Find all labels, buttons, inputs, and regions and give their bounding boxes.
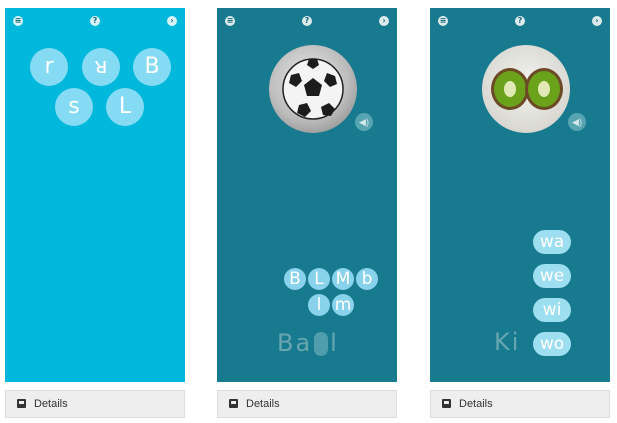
details-label: Details [246, 398, 280, 410]
letter-choice[interactable]: B [284, 268, 306, 290]
syllable-choice[interactable]: wo [533, 332, 571, 356]
details-button[interactable]: Details [5, 390, 185, 418]
letter-choice[interactable]: m [332, 294, 354, 316]
card-3: ≡ ? › ◀) wa we wi wo Ki Details [430, 8, 610, 418]
card-1: ≡ ? › r ᴚ B s L Details [5, 8, 185, 418]
next-icon[interactable]: › [592, 16, 602, 26]
kiwi-icon [491, 68, 563, 110]
next-icon[interactable]: › [379, 16, 389, 26]
details-icon [442, 399, 451, 408]
menu-icon[interactable]: ≡ [438, 16, 448, 26]
details-label: Details [34, 398, 68, 410]
menu-icon[interactable]: ≡ [13, 16, 23, 26]
screen-letter-bubbles: ≡ ? › r ᴚ B s L [5, 8, 185, 382]
card-2: ≡ ? › ◀) B L M b l m Ba l Details [217, 8, 397, 418]
screen-ball-word: ≡ ? › ◀) B L M b l m Ba l [217, 8, 397, 382]
details-button[interactable]: Details [217, 390, 397, 418]
letter-bubble[interactable]: B [133, 48, 171, 86]
letter-slot[interactable] [314, 332, 329, 356]
screen-kiwi-word: ≡ ? › ◀) wa we wi wo Ki [430, 8, 610, 382]
soccer-ball-image [269, 45, 357, 133]
syllable-choice[interactable]: wi [533, 298, 571, 322]
letter-choice[interactable]: M [332, 268, 354, 290]
help-icon[interactable]: ? [90, 16, 100, 26]
target-word: Ki [494, 328, 520, 356]
letter-choice[interactable]: b [356, 268, 378, 290]
details-button[interactable]: Details [430, 390, 610, 418]
target-word: Ba l [277, 329, 339, 357]
letter-bubble[interactable]: ᴚ [82, 48, 120, 86]
word-prefix: Ba [277, 329, 313, 357]
speaker-icon[interactable]: ◀) [355, 113, 373, 131]
letter-bubble[interactable]: s [55, 88, 93, 126]
help-icon[interactable]: ? [302, 16, 312, 26]
details-icon [17, 399, 26, 408]
letter-choice[interactable]: L [308, 268, 330, 290]
letter-choice[interactable]: l [308, 294, 330, 316]
soccer-ball-icon [282, 58, 344, 120]
speaker-icon[interactable]: ◀) [568, 113, 586, 131]
letter-bubble[interactable]: r [30, 48, 68, 86]
details-icon [229, 399, 238, 408]
next-icon[interactable]: › [167, 16, 177, 26]
help-icon[interactable]: ? [515, 16, 525, 26]
word-suffix: l [330, 329, 339, 357]
kiwi-image [482, 45, 570, 133]
syllable-choice[interactable]: wa [533, 230, 571, 254]
details-label: Details [459, 398, 493, 410]
menu-icon[interactable]: ≡ [225, 16, 235, 26]
letter-bubble[interactable]: L [106, 88, 144, 126]
word-prefix: Ki [494, 328, 521, 356]
syllable-choice[interactable]: we [533, 264, 571, 288]
